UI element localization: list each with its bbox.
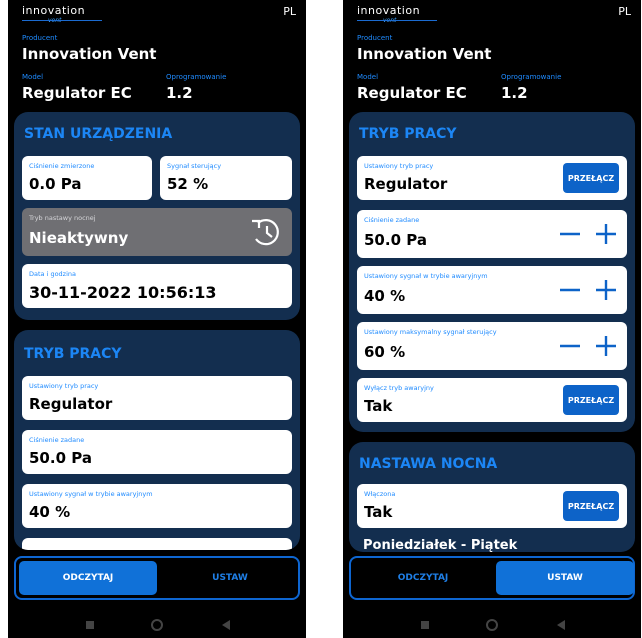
card-value: 40 %	[29, 503, 71, 521]
card-value: 40 %	[364, 287, 406, 305]
device-status-panel: STAN URZĄDZENIA Ciśnienie zmierzone 0.0 …	[14, 112, 300, 320]
card-label: Ustawiony tryb pracy	[29, 382, 99, 390]
work-mode-panel: TRYB PRACY Ustawiony tryb pracy Regulato…	[14, 330, 300, 550]
work-mode-panel: TRYB PRACY Ustawiony tryb pracy Regulato…	[349, 112, 635, 432]
tab-set[interactable]: USTAW	[161, 561, 299, 595]
back-icon[interactable]	[222, 620, 230, 630]
bottom-tab-bar: ODCZYTAJ USTAW	[14, 556, 300, 600]
producer-label: Producent	[357, 34, 393, 42]
card-value: Regulator	[364, 175, 448, 193]
card-value: Tak	[364, 503, 393, 521]
minus-icon[interactable]	[559, 335, 581, 357]
card-label: Włączona	[364, 490, 396, 498]
days-label: Poniedziałek - Piątek	[363, 538, 518, 552]
back-icon[interactable]	[557, 620, 565, 630]
emergency-signal-card: Ustawiony sygnał w trybie awaryjnym 40 %	[357, 266, 627, 314]
brand-logo: innovation	[357, 4, 421, 17]
firmware-label: Oprogramowanie	[501, 73, 562, 81]
producer-label: Producent	[22, 34, 58, 42]
card-label: Sygnał sterujący	[167, 162, 222, 170]
card-label: Wyłącz tryb awaryjny	[364, 384, 434, 392]
recents-icon[interactable]	[421, 621, 429, 629]
minus-icon[interactable]	[559, 279, 581, 301]
panel-title: TRYB PRACY	[24, 346, 122, 362]
card-value: 0.0 Pa	[29, 175, 82, 193]
night-enabled-card: Włączona Tak PRZEŁĄCZ	[357, 484, 627, 528]
card-label: Ustawiony tryb pracy	[364, 162, 434, 170]
max-signal-card: Ustawiony maksymalny sygnał sterujący 60…	[357, 322, 627, 370]
plus-icon[interactable]	[595, 335, 617, 357]
card-label: Ciśnienie zadane	[364, 216, 420, 224]
card-label: Ciśnienie zmierzone	[29, 162, 95, 170]
switch-mode-button[interactable]: PRZEŁĄCZ	[563, 163, 619, 193]
card-label: Data i godzina	[29, 270, 77, 278]
switch-night-button[interactable]: PRZEŁĄCZ	[563, 491, 619, 521]
card-value: 50.0 Pa	[29, 449, 92, 467]
switch-emergency-button[interactable]: PRZEŁĄCZ	[563, 385, 619, 415]
tab-set[interactable]: USTAW	[496, 561, 634, 595]
firmware-value: 1.2	[501, 84, 528, 102]
measured-pressure-card: Ciśnienie zmierzone 0.0 Pa	[22, 156, 152, 200]
producer-value: Innovation Vent	[22, 45, 157, 63]
card-label: Ustawiony maksymalny sygnał sterujący	[364, 328, 497, 336]
plus-icon[interactable]	[595, 223, 617, 245]
panel-title: STAN URZĄDZENIA	[24, 126, 173, 142]
card-label: Ustawiony sygnał w trybie awaryjnym	[364, 272, 488, 280]
emergency-signal-card: Ustawiony sygnał w trybie awaryjnym 40 %	[22, 484, 292, 528]
night-mode-card: Tryb nastawy nocnej Nieaktywny	[22, 208, 292, 256]
night-setting-panel: NASTAWA NOCNA Włączona Tak PRZEŁĄCZ Poni…	[349, 442, 635, 552]
panel-title: NASTAWA NOCNA	[359, 456, 498, 472]
disable-emergency-card: Wyłącz tryb awaryjny Tak PRZEŁĄCZ	[357, 378, 627, 422]
model-value: Regulator EC	[22, 84, 132, 102]
model-value: Regulator EC	[357, 84, 467, 102]
system-nav-bar	[8, 612, 306, 638]
language-switch[interactable]: PL	[283, 5, 296, 18]
recents-icon[interactable]	[86, 621, 94, 629]
language-switch[interactable]: PL	[618, 5, 631, 18]
home-icon[interactable]	[151, 619, 163, 631]
card-value: Regulator	[29, 395, 113, 413]
card-value: Nieaktywny	[29, 229, 129, 247]
card-value: Tak	[364, 397, 393, 415]
card-label: Tryb nastawy nocnej	[29, 214, 96, 222]
card-value: 50.0 Pa	[364, 231, 427, 249]
set-mode-card: Ustawiony tryb pracy Regulator	[22, 376, 292, 420]
night-clock-icon	[252, 219, 279, 246]
card-label: Ustawiony sygnał w trybie awaryjnym	[29, 490, 153, 498]
bottom-tab-bar: ODCZYTAJ USTAW	[349, 556, 635, 600]
tab-read[interactable]: ODCZYTAJ	[19, 561, 157, 595]
firmware-value: 1.2	[166, 84, 193, 102]
model-label: Model	[357, 73, 379, 81]
set-pressure-card: Ciśnienie zadane 50.0 Pa	[357, 210, 627, 258]
phone-screen-read: innovation vent PL Producent Innovation …	[8, 0, 306, 638]
app-header: innovation vent PL	[343, 0, 641, 24]
home-icon[interactable]	[486, 619, 498, 631]
set-mode-card: Ustawiony tryb pracy Regulator PRZEŁĄCZ	[357, 156, 627, 200]
brand-logo: innovation	[22, 4, 86, 17]
next-card-partial	[22, 538, 292, 550]
system-nav-bar	[343, 612, 641, 638]
card-value: 52 %	[167, 175, 209, 193]
model-label: Model	[22, 73, 44, 81]
tab-read[interactable]: ODCZYTAJ	[354, 561, 492, 595]
control-signal-card: Sygnał sterujący 52 %	[160, 156, 292, 200]
logo-underline	[357, 20, 437, 21]
card-value: 60 %	[364, 343, 406, 361]
set-pressure-card: Ciśnienie zadane 50.0 Pa	[22, 430, 292, 474]
plus-icon[interactable]	[595, 279, 617, 301]
phone-screen-set: innovation vent PL Producent Innovation …	[343, 0, 641, 638]
producer-value: Innovation Vent	[357, 45, 492, 63]
firmware-label: Oprogramowanie	[166, 73, 227, 81]
card-value: 30-11-2022 10:56:13	[29, 283, 217, 302]
card-label: Ciśnienie zadane	[29, 436, 85, 444]
datetime-card: Data i godzina 30-11-2022 10:56:13	[22, 264, 292, 308]
panel-title: TRYB PRACY	[359, 126, 457, 142]
minus-icon[interactable]	[559, 223, 581, 245]
logo-underline	[22, 20, 102, 21]
app-header: innovation vent PL	[8, 0, 306, 24]
